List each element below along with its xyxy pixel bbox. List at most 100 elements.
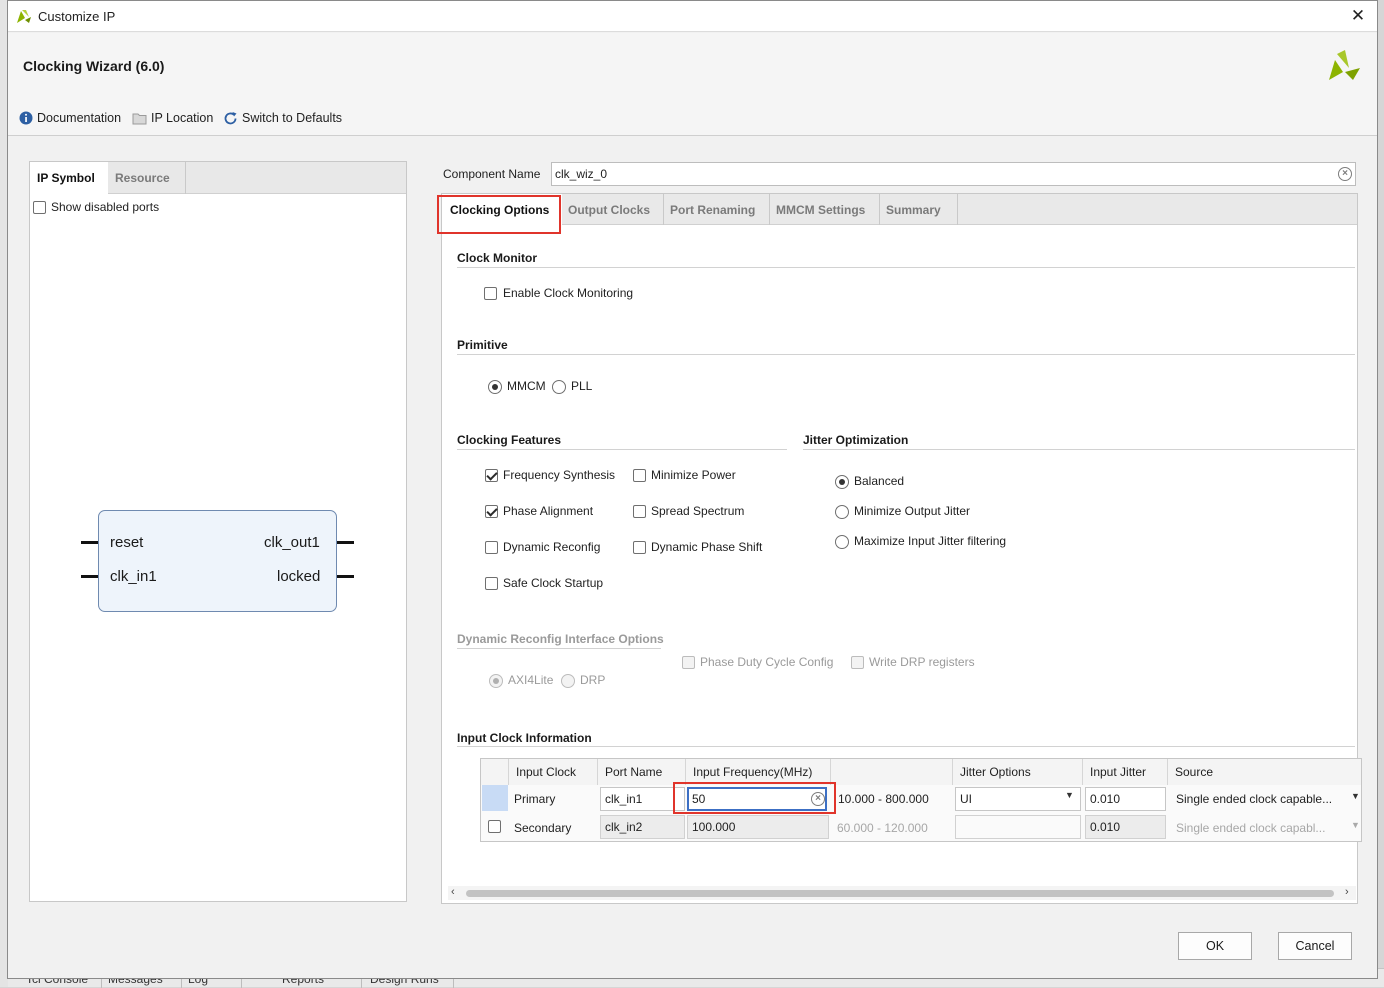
table-header-range — [831, 759, 953, 785]
dynamic-reconfig-options-title: Dynamic Reconfig Interface Options — [457, 632, 664, 646]
primary-frequency-range: 10.000 - 800.000 — [838, 792, 929, 806]
jitter-options-chevron-down-icon[interactable]: ▼ — [1065, 790, 1074, 800]
clocking-features-separator — [457, 449, 787, 450]
primary-clock-cell: Primary — [514, 792, 556, 806]
highlight-clocking-options-tab — [437, 195, 561, 234]
title-bar: Customize IP ✕ — [8, 1, 1377, 32]
secondary-source-select: Single ended clock capabl... — [1176, 821, 1326, 835]
frequency-synthesis-checkbox[interactable] — [485, 469, 498, 482]
show-disabled-ports-label: Show disabled ports — [51, 200, 160, 214]
input-clock-info-separator — [457, 746, 1355, 747]
spread-spectrum-label: Spread Spectrum — [651, 504, 745, 518]
table-header-input-clock: Input Clock — [509, 759, 598, 785]
phase-duty-cycle-config-checkbox[interactable] — [682, 656, 695, 669]
primary-input-jitter-input[interactable]: 0.010 — [1085, 787, 1166, 811]
write-drp-registers-label: Write DRP registers — [869, 655, 975, 669]
component-name-input[interactable]: clk_wiz_0 — [551, 162, 1356, 186]
folder-icon — [132, 112, 147, 125]
clear-component-name-icon[interactable]: × — [1338, 167, 1352, 181]
tab-output-clocks[interactable]: Output Clocks — [562, 194, 664, 225]
spread-spectrum-checkbox[interactable] — [633, 505, 646, 518]
secondary-port-name-field: clk_in2 — [600, 815, 685, 839]
secondary-input-jitter-field: 0.010 — [1085, 815, 1166, 839]
secondary-enable-checkbox[interactable] — [488, 820, 501, 833]
clocking-features-title: Clocking Features — [457, 433, 562, 447]
primitive-pll-label: PLL — [571, 379, 593, 393]
tab-resource[interactable]: Resource — [108, 162, 186, 194]
left-tab-bar: IP Symbol Resource — [30, 162, 406, 194]
documentation-label: Documentation — [37, 111, 122, 125]
refresh-icon — [223, 111, 238, 126]
xilinx-logo-icon — [1327, 50, 1361, 85]
jitter-minimize-output-radio[interactable] — [835, 505, 849, 519]
port-line-clk-in1 — [81, 575, 98, 578]
axi4lite-label: AXI4Lite — [508, 673, 554, 687]
dynamic-reconfig-checkbox[interactable] — [485, 541, 498, 554]
drp-label: DRP — [580, 673, 606, 687]
dynamic-reconfig-separator — [457, 648, 661, 649]
safe-clock-startup-checkbox[interactable] — [485, 577, 498, 590]
port-label-clk-out1: clk_out1 — [264, 534, 320, 551]
dynamic-reconfig-label: Dynamic Reconfig — [503, 540, 601, 554]
primitive-pll-radio[interactable] — [552, 380, 566, 394]
dynamic-phase-shift-label: Dynamic Phase Shift — [651, 540, 763, 554]
switch-to-defaults-button[interactable]: Switch to Defaults — [223, 109, 342, 127]
tab-port-renaming[interactable]: Port Renaming — [664, 194, 770, 225]
tab-mmcm-settings[interactable]: MMCM Settings — [770, 194, 880, 225]
jitter-optimization-title: Jitter Optimization — [803, 433, 909, 447]
tab-ip-symbol[interactable]: IP Symbol — [30, 162, 108, 194]
info-icon — [19, 111, 33, 125]
primary-row-selector[interactable] — [482, 785, 508, 811]
main-tab-bar: Clocking Options Output Clocks Port Rena… — [442, 194, 1357, 225]
table-header-jitter-options: Jitter Options — [953, 759, 1083, 785]
source-chevron-down-icon[interactable]: ▼ — [1351, 791, 1360, 801]
jitter-maximize-input-radio[interactable] — [835, 535, 849, 549]
port-label-locked: locked — [277, 568, 321, 585]
scroll-left-icon[interactable]: ‹ — [451, 886, 455, 898]
tab-summary[interactable]: Summary — [880, 194, 958, 225]
enable-clock-monitoring-checkbox[interactable] — [484, 287, 497, 300]
clock-monitor-separator — [457, 267, 1355, 268]
primitive-title: Primitive — [457, 338, 508, 352]
ip-symbol-block — [98, 510, 337, 612]
minimize-power-checkbox[interactable] — [633, 469, 646, 482]
scrollbar-thumb[interactable] — [466, 890, 1334, 897]
table-header-select — [481, 759, 509, 785]
ip-location-button[interactable]: IP Location — [132, 109, 213, 127]
primitive-mmcm-label: MMCM — [507, 379, 546, 393]
close-button[interactable]: ✕ — [1347, 6, 1369, 26]
phase-alignment-checkbox[interactable] — [485, 505, 498, 518]
jitter-balanced-radio[interactable] — [835, 475, 849, 489]
secondary-frequency-range: 60.000 - 120.000 — [837, 821, 928, 835]
port-label-reset: reset — [110, 534, 144, 551]
component-name-label: Component Name — [443, 167, 541, 181]
vivado-logo-icon — [16, 8, 32, 27]
port-line-reset — [81, 541, 98, 544]
axi4lite-radio[interactable] — [489, 674, 503, 688]
minimize-power-label: Minimize Power — [651, 468, 736, 482]
customize-ip-dialog: Customize IP ✕ Clocking Wizard (6.0) Doc… — [7, 0, 1378, 979]
dynamic-phase-shift-checkbox[interactable] — [633, 541, 646, 554]
scroll-right-icon[interactable]: › — [1345, 886, 1349, 898]
primary-source-select[interactable]: Single ended clock capable... — [1170, 785, 1348, 813]
highlight-input-frequency — [673, 782, 836, 814]
primitive-mmcm-radio[interactable] — [488, 380, 502, 394]
primary-jitter-options-select[interactable]: UI — [955, 787, 1081, 811]
jitter-balanced-label: Balanced — [854, 474, 905, 488]
wizard-title: Clocking Wizard (6.0) — [23, 58, 165, 74]
clock-monitor-title: Clock Monitor — [457, 251, 537, 265]
drp-radio[interactable] — [561, 674, 575, 688]
show-disabled-ports-checkbox[interactable] — [33, 201, 46, 214]
cancel-button[interactable]: Cancel — [1278, 932, 1352, 960]
phase-alignment-label: Phase Alignment — [503, 504, 594, 518]
port-line-clk-out1 — [337, 541, 354, 544]
write-drp-registers-checkbox[interactable] — [851, 656, 864, 669]
jitter-optimization-separator — [803, 449, 1355, 450]
horizontal-scrollbar[interactable]: ‹ › — [448, 886, 1356, 900]
primitive-separator — [457, 354, 1355, 355]
secondary-source-chevron-down-icon: ▼ — [1351, 820, 1360, 830]
jitter-minimize-output-label: Minimize Output Jitter — [854, 504, 971, 518]
ok-button[interactable]: OK — [1178, 932, 1252, 960]
documentation-button[interactable]: Documentation — [19, 109, 121, 127]
secondary-jitter-options-field — [955, 815, 1081, 839]
